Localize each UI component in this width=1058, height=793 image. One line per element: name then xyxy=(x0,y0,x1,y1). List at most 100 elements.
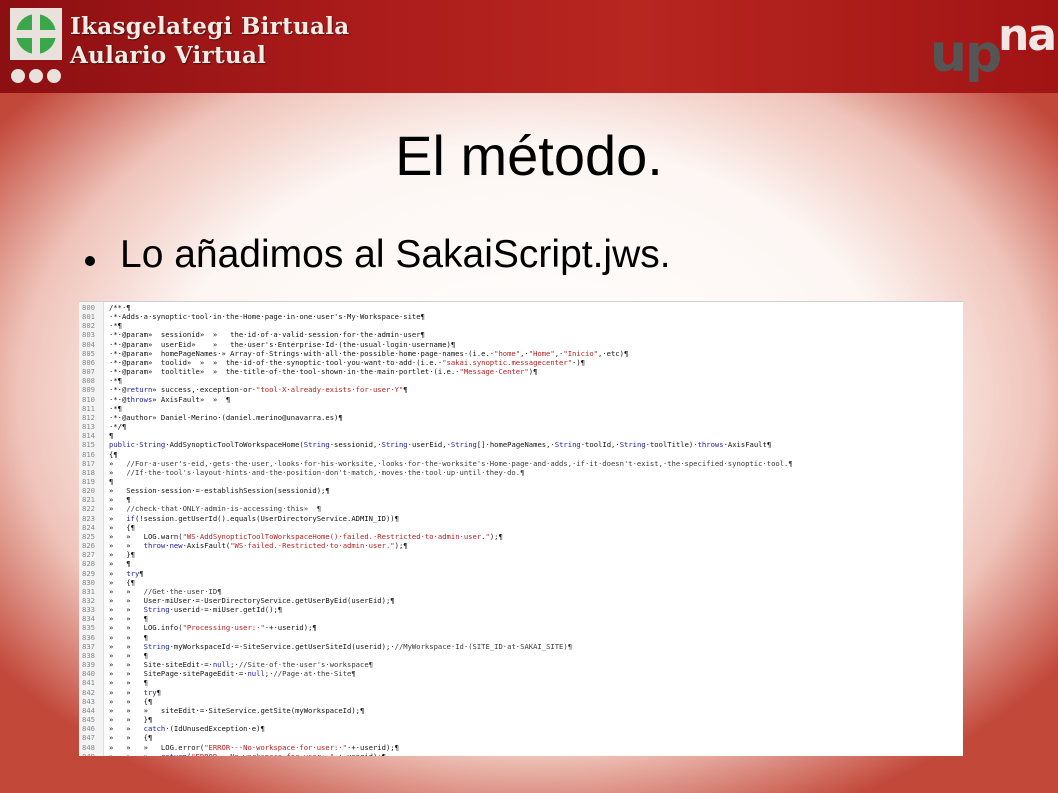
line-number: 821 xyxy=(82,495,95,505)
line-number: 805 xyxy=(82,348,95,358)
code-text: » » catch·(IdUnusedException·e)¶ xyxy=(109,724,265,734)
brand-line-1: Ikasgelategi Birtuala xyxy=(70,13,350,40)
code-text: ·*/¶ xyxy=(109,422,127,432)
code-text: ·*·@author» Daniel·Merino·(daniel.merino… xyxy=(109,412,343,422)
code-line: 835 » » LOG.info("Processing·user:·"·+·us… xyxy=(79,623,963,632)
code-text: » //If·the·tool's·layout·hints·and·the·p… xyxy=(109,467,525,477)
brand-line-2: Aulario Virtual xyxy=(70,42,267,69)
code-line: 812 ·*·@author» Daniel·Merino·(daniel.mer… xyxy=(79,413,963,422)
code-line: 821 » ¶ xyxy=(79,495,963,504)
code-line: 848 » » » LOG.error("ERROR·-·No·workspace… xyxy=(79,743,963,752)
bullet-text: Lo añadimos al SakaiScript.jws. xyxy=(120,233,671,276)
code-text: ¶ xyxy=(109,431,114,441)
line-number: 832 xyxy=(82,596,95,605)
code-line: 803 ·*·@param» sessionid» » the·id·of·a·v… xyxy=(79,330,963,339)
code-text: » » LOG.warn("WS·AddSynopticToolToWorksp… xyxy=(109,531,503,541)
line-number: 809 xyxy=(82,385,95,395)
code-text: ·*¶ xyxy=(109,403,122,413)
line-number: 825 xyxy=(82,531,95,541)
line-number: 808 xyxy=(82,376,95,386)
code-line: 822 » //check·that·ONLY·admin·is·accessin… xyxy=(79,504,963,513)
code-text: ·*·@param» userEid» » the·user's·Enterpr… xyxy=(109,339,456,349)
code-line: 811 ·*¶ xyxy=(79,404,963,413)
code-line: 815 public·String·AddSynopticToolToWorksp… xyxy=(79,440,963,449)
line-number: 811 xyxy=(82,403,95,413)
code-text: » » » LOG.error("ERROR·-·No·workspace·fo… xyxy=(109,742,399,752)
code-line: 806 ·*·@param» toolid» » » the·id·of·the·… xyxy=(79,358,963,367)
code-line: 814 ¶ xyxy=(79,431,963,440)
upna-logo-part1: up xyxy=(930,24,1002,84)
code-line: 840 » » SitePage·sitePageEdit·=·null;·//P… xyxy=(79,669,963,678)
code-text: » ¶ xyxy=(109,559,131,569)
line-number: 840 xyxy=(82,669,95,679)
upna-logo: up na xyxy=(930,10,1057,84)
code-line: 818 » //If·the·tool's·layout·hints·and·th… xyxy=(79,468,963,477)
code-text: ·*·@return» success,·exception·or·"tool·… xyxy=(109,385,408,395)
code-text: ¶ xyxy=(109,476,114,486)
code-line: 824 » {¶ xyxy=(79,523,963,532)
code-text: ·*·@throws» AxisFault» » ¶ xyxy=(109,394,231,404)
line-number: 846 xyxy=(82,724,95,734)
code-text: » » ¶ xyxy=(109,678,148,688)
code-line: 839 » » Site·siteEdit·=·null;·//Site·of·t… xyxy=(79,660,963,669)
line-number: 847 xyxy=(82,733,95,743)
line-number: 837 xyxy=(82,641,95,651)
code-text: /**·¶ xyxy=(109,303,131,312)
code-line: 845 » » }¶ xyxy=(79,715,963,724)
code-line: 836 » » ¶ xyxy=(79,633,963,642)
code-line: 832 » » User·miUser·=·UserDirectoryServic… xyxy=(79,596,963,605)
code-text: ·*·@param» toolid» » » the·id·of·the·syn… xyxy=(109,357,586,367)
line-number: 849 xyxy=(79,752,103,756)
code-text: » {¶ xyxy=(109,577,135,587)
line-number: 817 xyxy=(82,458,95,468)
code-line: 827 » }¶ xyxy=(79,550,963,559)
code-line: 820 » Session·session·=·establishSession(… xyxy=(79,486,963,495)
code-text: » » String·myWorkspaceId·=·SiteService.g… xyxy=(109,641,573,651)
line-number: 819 xyxy=(82,476,95,486)
code-line: 823 » if(!session.getUserId().equals(User… xyxy=(79,514,963,523)
code-text: » » LOG.info("Processing·user:·"·+·useri… xyxy=(109,623,317,633)
line-number: 829 xyxy=(82,568,95,578)
code-text: » » throw·new·AxisFault("WS·failed.·Rest… xyxy=(109,541,408,551)
code-line: 807 ·*·@param» tooltitle» » the·title·of·… xyxy=(79,367,963,376)
code-screenshot: 800 /**·¶ 801 ·*·Adds·a·synoptic·tool·in·th… xyxy=(79,301,963,756)
header-bar: Ikasgelategi Birtuala Aulario Virtual up… xyxy=(0,0,1058,93)
code-line: 825 » » LOG.warn("WS·AddSynopticToolToWor… xyxy=(79,532,963,541)
code-line: 837 » » String·myWorkspaceId·=·SiteServic… xyxy=(79,642,963,651)
code-text: » » String·userid·=·miUser.getId();¶ xyxy=(109,605,283,615)
code-line: 830 » {¶ xyxy=(79,578,963,587)
line-number: 801 xyxy=(82,312,95,322)
line-number: 824 xyxy=(82,522,95,532)
line-number: 830 xyxy=(82,577,95,587)
code-text: ·*·@param» homePageNames·» Array·of·Stri… xyxy=(109,348,629,358)
line-number: 803 xyxy=(82,330,95,340)
code-text: » » //Get·the·user·ID¶ xyxy=(109,586,222,596)
ikasgelategi-logo-icon xyxy=(10,8,62,83)
line-number: 806 xyxy=(82,357,95,367)
line-number: 845 xyxy=(82,715,95,725)
code-text: » //For·a·user's·eid,·gets·the·user,·loo… xyxy=(109,458,793,468)
code-text: » » {¶ xyxy=(109,696,153,706)
code-line: 808 ·*¶ xyxy=(79,376,963,385)
code-text: » » try¶ xyxy=(109,687,161,697)
line-number: 835 xyxy=(82,623,95,633)
code-line: 804 ·*·@param» userEid» » the·user's·Ente… xyxy=(79,340,963,349)
code-text: » {¶ xyxy=(109,522,135,532)
line-number: 844 xyxy=(82,705,95,715)
code-text: » Session·session·=·establishSession(ses… xyxy=(109,486,330,496)
code-line: 805 ·*·@param» homePageNames·» Array·of·S… xyxy=(79,349,963,358)
line-number: 807 xyxy=(82,367,95,377)
code-text: » » » return("ERROR·-·No·workspace·for·u… xyxy=(103,752,386,756)
code-line: 828 » ¶ xyxy=(79,559,963,568)
line-number: 816 xyxy=(82,449,95,459)
line-number: 815 xyxy=(82,440,95,450)
code-line: 844 » » » siteEdit·=·SiteService.getSite(… xyxy=(79,706,963,715)
line-number: 841 xyxy=(82,678,95,688)
code-line: 831 » » //Get·the·user·ID¶ xyxy=(79,587,963,596)
code-text: » » User·miUser·=·UserDirectoryService.g… xyxy=(109,596,395,605)
code-text: ·*¶ xyxy=(109,376,122,386)
code-text: public·String·AddSynopticToolToWorkspace… xyxy=(109,440,772,450)
code-line: 849» » » return("ERROR·-·No·workspace·fo… xyxy=(79,752,963,756)
code-text: » » {¶ xyxy=(109,733,153,743)
code-line: 838 » » ¶ xyxy=(79,651,963,660)
